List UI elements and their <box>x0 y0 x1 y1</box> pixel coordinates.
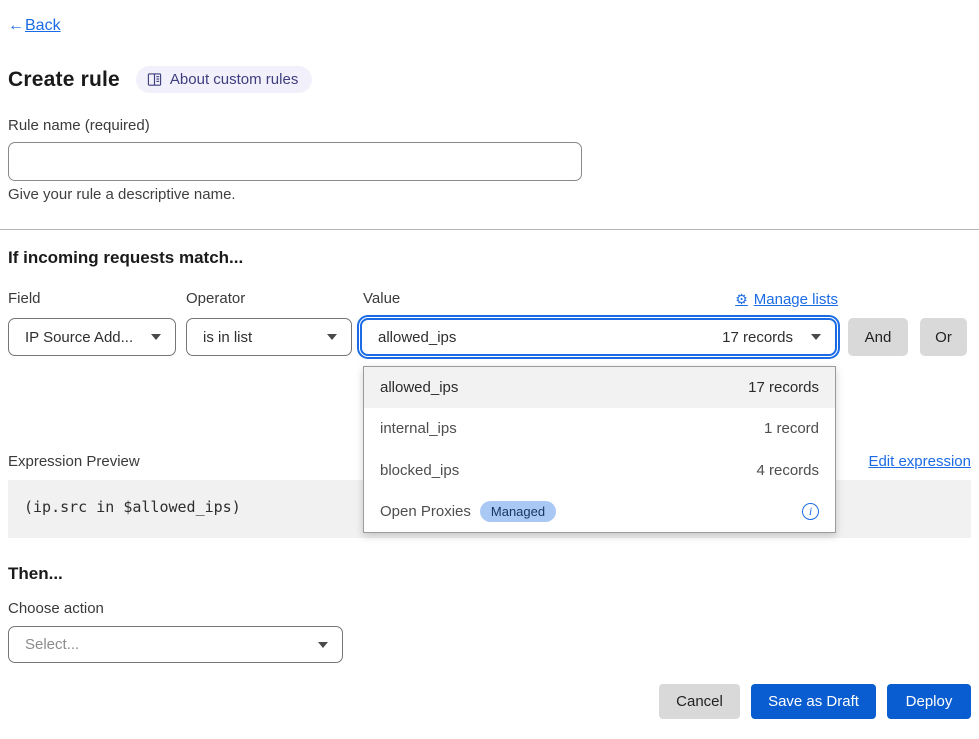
page-title: Create rule <box>8 68 120 92</box>
back-link[interactable]: ←Back <box>8 17 61 35</box>
action-select-placeholder: Select... <box>25 636 306 653</box>
field-select[interactable]: IP Source Add... <box>8 318 176 356</box>
list-item-blocked-ips[interactable]: blocked_ips 4 records <box>364 450 835 491</box>
list-item-name: allowed_ips <box>380 379 748 396</box>
edit-expression-link[interactable]: Edit expression <box>868 453 971 470</box>
action-select[interactable]: Select... <box>8 626 343 663</box>
title-row: Create rule About custom rules <box>8 66 312 93</box>
list-item-allowed-ips[interactable]: allowed_ips 17 records <box>364 367 835 408</box>
expression-preview-label: Expression Preview <box>8 453 140 470</box>
expression-code: (ip.src in $allowed_ips) <box>24 498 241 516</box>
save-as-draft-button[interactable]: Save as Draft <box>751 684 876 719</box>
managed-badge: Managed <box>480 501 556 522</box>
list-item-count: 17 records <box>748 379 819 396</box>
operator-select[interactable]: is in list <box>186 318 352 356</box>
gear-icon: ⚙ <box>735 291 748 308</box>
list-item-open-proxies[interactable]: Open Proxies Managed i <box>364 491 835 532</box>
book-icon <box>147 72 162 87</box>
manage-lists-label: Manage lists <box>754 291 838 308</box>
info-icon[interactable]: i <box>802 503 819 520</box>
footer-actions: Cancel Save as Draft Deploy <box>659 684 971 719</box>
value-select-selected: allowed_ips <box>378 329 722 346</box>
match-section-heading: If incoming requests match... <box>8 248 243 268</box>
list-item-count: 1 record <box>764 420 819 437</box>
value-select[interactable]: allowed_ips 17 records <box>360 318 837 356</box>
chevron-down-icon <box>811 334 821 340</box>
chevron-down-icon <box>318 642 328 648</box>
list-item-name: blocked_ips <box>380 462 756 479</box>
back-link-label: Back <box>25 17 61 34</box>
and-button[interactable]: And <box>848 318 908 356</box>
list-item-name: internal_ips <box>380 420 764 437</box>
create-rule-page: ←Back Create rule About custom rules Rul… <box>0 0 979 739</box>
list-item-name: Open Proxies <box>380 503 471 520</box>
manage-lists-link[interactable]: ⚙ Manage lists <box>735 291 838 308</box>
operator-label: Operator <box>186 290 245 307</box>
or-button[interactable]: Or <box>920 318 967 356</box>
chevron-down-icon <box>151 334 161 340</box>
value-select-count: 17 records <box>722 329 793 346</box>
operator-select-value: is in list <box>203 329 315 346</box>
rule-name-input[interactable] <box>8 142 582 181</box>
choose-action-label: Choose action <box>8 600 104 617</box>
then-section-heading: Then... <box>8 564 63 584</box>
back-arrow-icon: ← <box>8 17 24 35</box>
list-item-internal-ips[interactable]: internal_ips 1 record <box>364 408 835 449</box>
field-select-value: IP Source Add... <box>25 329 139 346</box>
field-label: Field <box>8 290 41 307</box>
about-badge-label: About custom rules <box>170 71 298 88</box>
list-item-count: 4 records <box>756 462 819 479</box>
rule-name-label: Rule name (required) <box>8 117 150 134</box>
value-label: Value <box>363 290 400 307</box>
rule-name-helper: Give your rule a descriptive name. <box>8 186 236 203</box>
section-divider <box>0 229 979 230</box>
value-dropdown-list: allowed_ips 17 records internal_ips 1 re… <box>363 366 836 533</box>
about-custom-rules-badge[interactable]: About custom rules <box>136 66 312 93</box>
deploy-button[interactable]: Deploy <box>887 684 971 719</box>
chevron-down-icon <box>327 334 337 340</box>
cancel-button[interactable]: Cancel <box>659 684 740 719</box>
